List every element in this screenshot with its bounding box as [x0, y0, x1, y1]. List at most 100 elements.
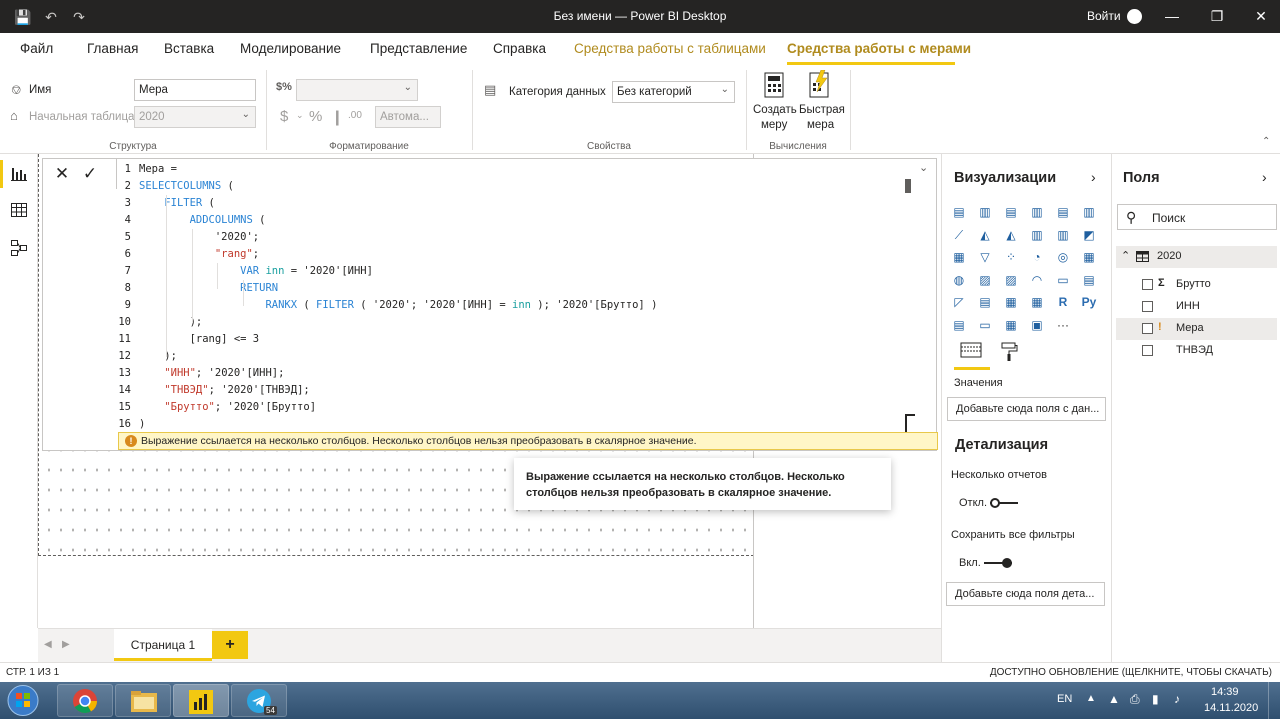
next-page-icon[interactable]: ▶ [62, 639, 70, 650]
percent-icon[interactable]: % [309, 108, 322, 125]
100-bar-icon[interactable]: ▤ [1055, 204, 1071, 220]
auto-decimals-input[interactable]: Автома... [375, 106, 441, 128]
code-scrollbar[interactable] [905, 179, 911, 193]
line-chart-icon[interactable]: ⟋ [951, 227, 967, 243]
field-tnved[interactable]: ТНВЭД [1116, 340, 1277, 362]
code-area[interactable]: 1 Мера = 2 SELECTCOLUMNS (3 FILTER (4 ADDCO… [117, 159, 907, 431]
treemap-icon[interactable]: ▦ [1081, 249, 1097, 265]
code-line[interactable]: 2 SELECTCOLUMNS ( [117, 178, 907, 195]
cancel-icon[interactable]: ✕ [51, 163, 73, 185]
code-line[interactable]: 4 ADDCOLUMNS ( [117, 212, 907, 229]
field-checkbox[interactable] [1142, 345, 1153, 356]
language-indicator[interactable]: EN [1057, 693, 1072, 705]
card-icon[interactable]: ▭ [1055, 272, 1071, 288]
avatar[interactable] [1127, 9, 1142, 24]
update-available-link[interactable]: ДОСТУПНО ОБНОВЛЕНИЕ (ЩЕЛКНИТЕ, ЧТОБЫ СКА… [990, 667, 1272, 678]
code-line[interactable]: 5 '2020'; [117, 229, 907, 246]
menu-help[interactable]: Справка [493, 41, 546, 56]
tray-network-icon[interactable]: ▲ [1108, 692, 1120, 706]
funnel-icon[interactable]: ▽ [977, 249, 993, 265]
menu-modeling[interactable]: Моделирование [240, 41, 341, 56]
collapse-ribbon-icon[interactable]: ⌃ [1262, 136, 1270, 147]
kpi-icon[interactable]: ◸ [951, 294, 967, 310]
menu-insert[interactable]: Вставка [164, 41, 214, 56]
tray-arrow-icon[interactable]: ▲ [1086, 693, 1096, 704]
r-visual-icon[interactable]: R [1055, 294, 1071, 310]
code-line[interactable]: 13 "ИНН"; '2020'[ИНН]; [117, 365, 907, 382]
gauge-icon[interactable]: ◠ [1029, 272, 1045, 288]
fields-search-input[interactable]: ⚲ Поиск [1117, 204, 1277, 230]
cross-report-toggle[interactable] [990, 498, 1018, 508]
matrix-icon[interactable]: ▦ [1029, 294, 1045, 310]
new-measure-button[interactable]: Создать меру [751, 70, 797, 138]
smart-narrative-icon[interactable]: ▣ [1029, 317, 1045, 333]
close-icon[interactable]: ✕ [1251, 7, 1271, 25]
multirow-card-icon[interactable]: ▤ [1081, 272, 1097, 288]
field-checkbox[interactable] [1142, 279, 1153, 290]
tray-printer-icon[interactable]: ⎙ [1130, 692, 1140, 707]
taskbar-chrome[interactable] [57, 684, 113, 717]
values-drop-zone[interactable]: Добавьте сюда поля с дан... [947, 397, 1106, 421]
menu-home[interactable]: Главная [87, 41, 138, 56]
tab-page-1[interactable]: Страница 1 [114, 629, 212, 661]
code-line[interactable]: 3 FILTER ( [117, 195, 907, 212]
ribbon-chart-icon[interactable]: ◩ [1081, 227, 1097, 243]
scatter-icon[interactable]: ⁘ [1003, 249, 1019, 265]
comma-icon[interactable]: ❙ [331, 108, 344, 126]
keep-filters-toggle[interactable] [984, 558, 1012, 568]
line-clustered-icon[interactable]: ▥ [1055, 227, 1071, 243]
tray-battery-icon[interactable]: ▮ [1152, 692, 1159, 706]
chevron-right-icon[interactable]: › [1262, 169, 1267, 185]
restore-icon[interactable]: ❐ [1207, 7, 1227, 25]
chevron-up-icon[interactable]: ⌃ [1121, 249, 1130, 262]
line-column-icon[interactable]: ▥ [1029, 227, 1045, 243]
stacked-bar-icon[interactable]: ▤ [951, 204, 967, 220]
show-desktop-button[interactable] [1268, 682, 1280, 719]
filled-map-icon[interactable]: ▨ [977, 272, 993, 288]
field-measure[interactable]: ! Мера [1116, 318, 1277, 340]
key-influencers-icon[interactable]: ▤ [951, 317, 967, 333]
sign-in-link[interactable]: Войти [1087, 9, 1121, 23]
pie-chart-icon[interactable]: ◔ [1029, 249, 1045, 265]
decomposition-icon[interactable]: ▦ [1003, 317, 1019, 333]
shape-map-icon[interactable]: ▨ [1003, 272, 1019, 288]
home-table-select[interactable]: 2020 ⌄ [134, 106, 256, 128]
code-line[interactable]: 7 VAR inn = '2020'[ИНН] [117, 263, 907, 280]
fields-well-tab[interactable] [960, 342, 984, 362]
code-line[interactable]: 6 "rang"; [117, 246, 907, 263]
field-brutto[interactable]: Σ Брутто [1116, 274, 1277, 296]
start-button[interactable] [6, 684, 42, 717]
slicer-icon[interactable]: ▤ [977, 294, 993, 310]
code-line[interactable]: 11 [rang] <= 3 [117, 331, 907, 348]
quick-measure-button[interactable]: Быстрая мера [797, 70, 845, 138]
100-column-icon[interactable]: ▥ [1081, 204, 1097, 220]
chevron-down-icon[interactable]: ⌄ [919, 161, 928, 174]
stacked-area-icon[interactable]: ◭ [1003, 227, 1019, 243]
prev-page-icon[interactable]: ◀ [44, 639, 52, 650]
donut-icon[interactable]: ◎ [1055, 249, 1071, 265]
data-category-select[interactable]: Без категорий ⌄ [612, 81, 735, 103]
code-line[interactable]: 12 ); [117, 348, 907, 365]
menu-measure-tools[interactable]: Средства работы с мерами [787, 41, 971, 56]
clustered-bar-icon[interactable]: ▤ [1003, 204, 1019, 220]
minimize-icon[interactable]: — [1162, 7, 1182, 25]
clock-time[interactable]: 14:39 [1211, 686, 1239, 698]
add-page-button[interactable]: + [212, 631, 248, 659]
clock-date[interactable]: 14.11.2020 [1204, 702, 1258, 714]
waterfall-icon[interactable]: ▦ [951, 249, 967, 265]
drillthrough-drop-zone[interactable]: Добавьте сюда поля дета... [946, 582, 1105, 606]
currency-icon[interactable]: $ [280, 108, 288, 125]
model-view-icon[interactable] [9, 238, 29, 258]
field-checkbox[interactable] [1142, 323, 1153, 334]
clustered-column-icon[interactable]: ▥ [1029, 204, 1045, 220]
area-chart-icon[interactable]: ◭ [977, 227, 993, 243]
taskbar-telegram[interactable]: 54 [231, 684, 287, 717]
format-tab[interactable] [1000, 342, 1022, 364]
code-line[interactable]: 1 Мера = [117, 161, 907, 178]
code-line[interactable]: 9 RANKX ( FILTER ( '2020'; '2020'[ИНН] =… [117, 297, 907, 314]
field-inn[interactable]: ИНН [1116, 296, 1277, 318]
field-checkbox[interactable] [1142, 301, 1153, 312]
chevron-down-icon[interactable]: ⌄ [296, 110, 304, 121]
name-input[interactable]: Мера [134, 79, 256, 101]
map-icon[interactable]: ◍ [951, 272, 967, 288]
